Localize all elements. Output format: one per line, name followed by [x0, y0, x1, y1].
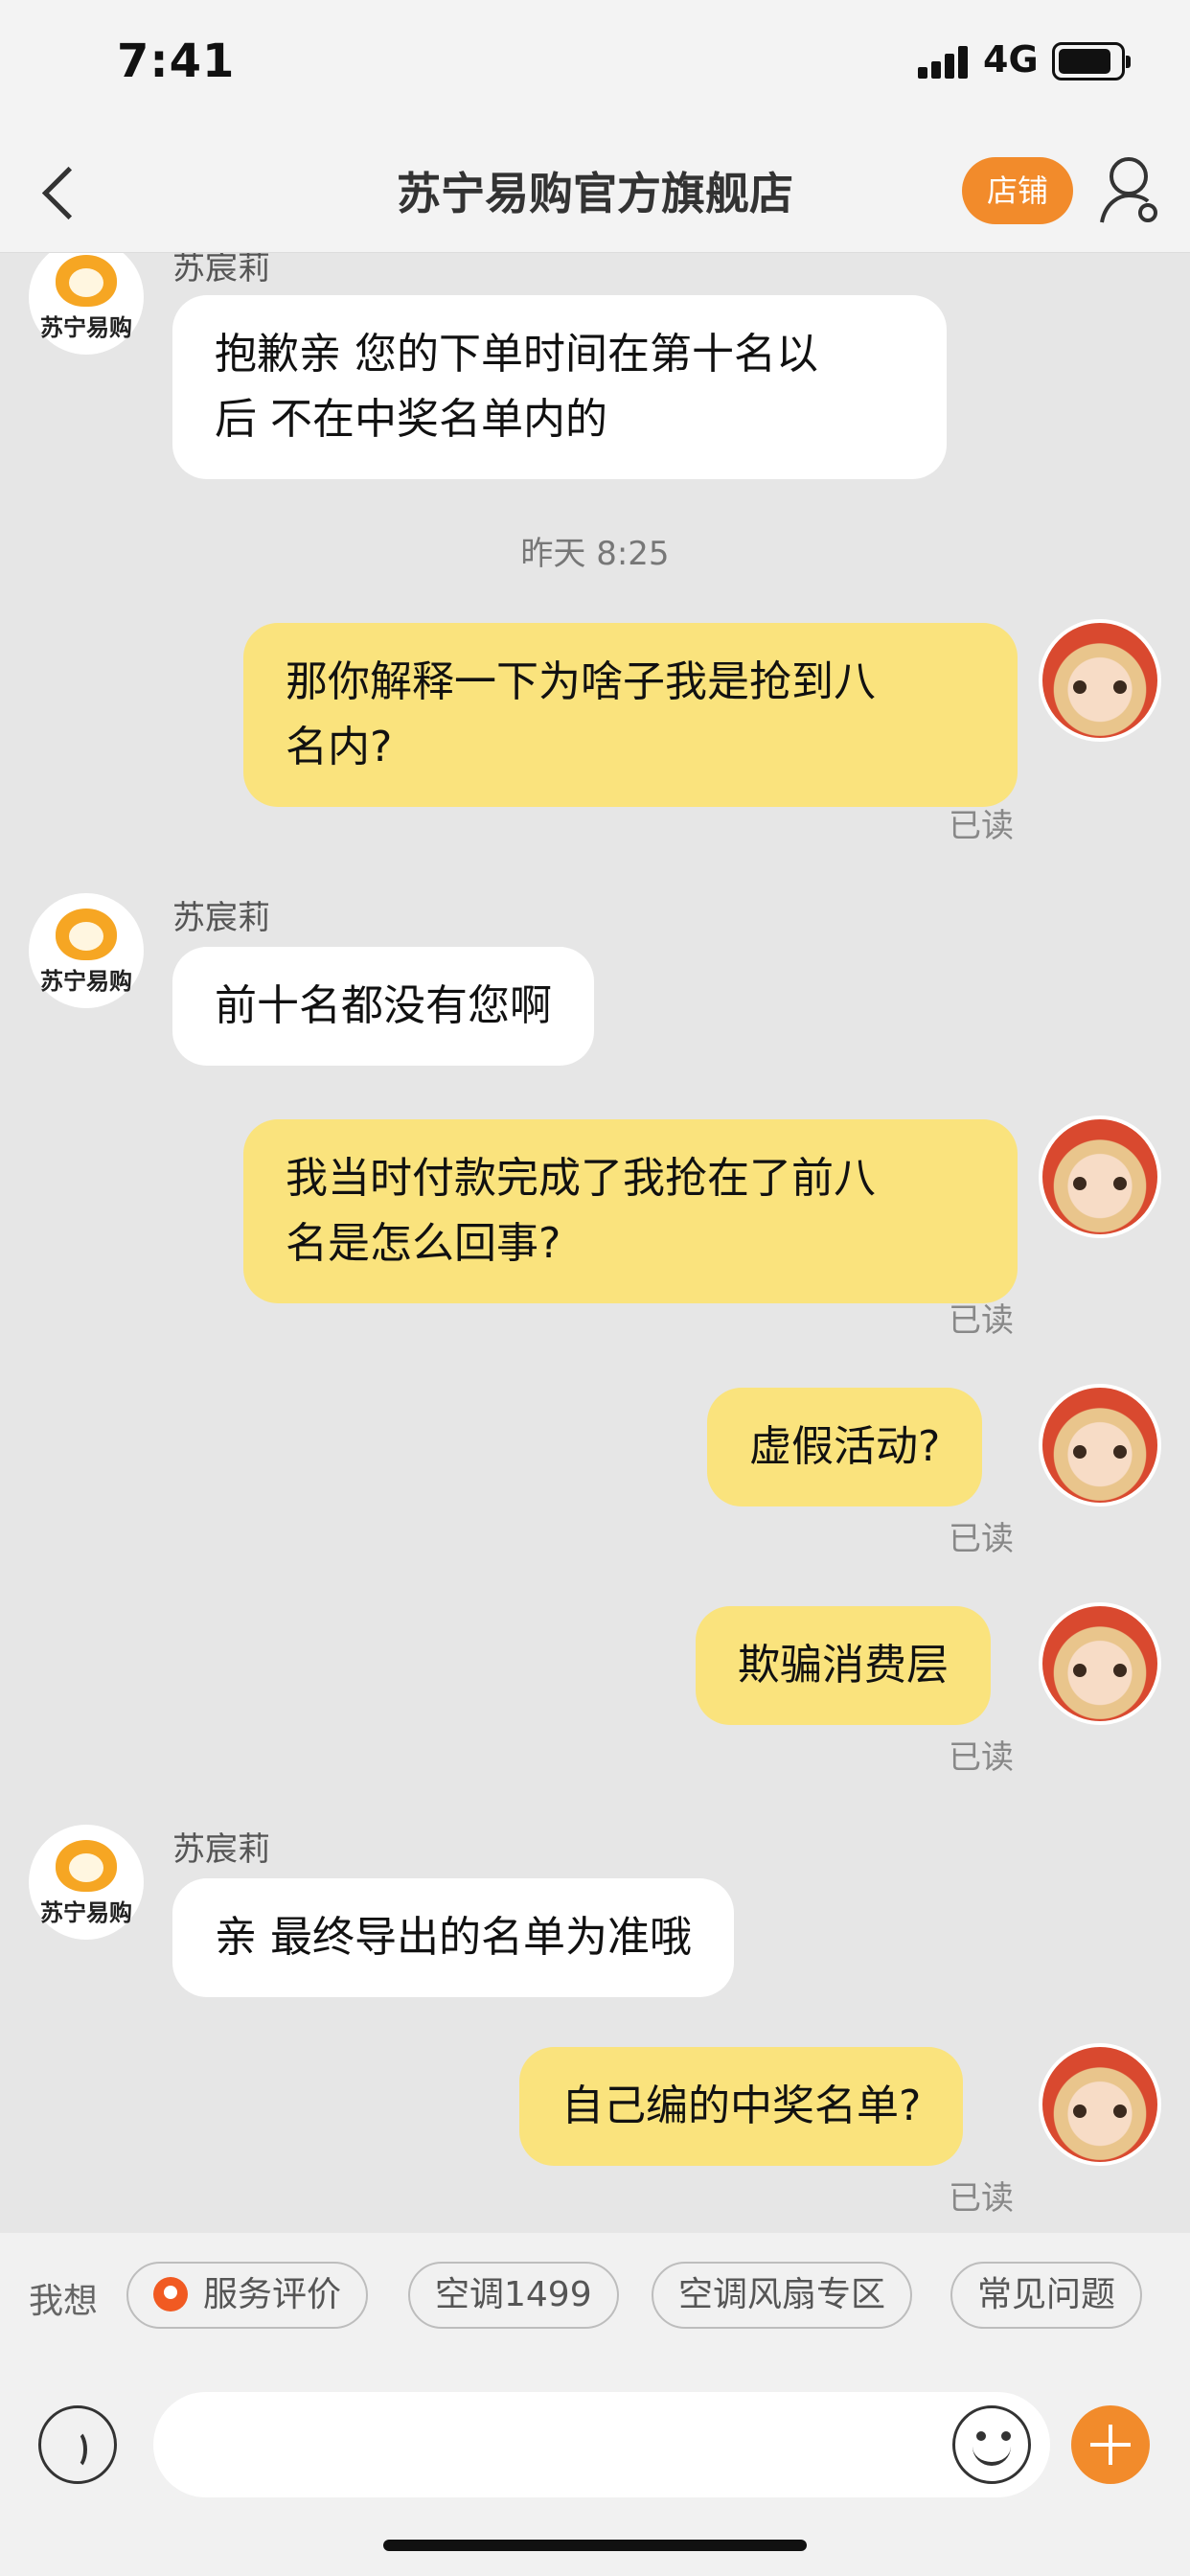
- chip-label: 空调风扇专区: [678, 2275, 886, 2314]
- home-indicator: [383, 2540, 807, 2551]
- message-bubble[interactable]: 欺骗消费层: [696, 1606, 991, 1725]
- read-status: 已读: [949, 1520, 1014, 1558]
- message-bubble[interactable]: 虚假活动?: [707, 1388, 983, 1506]
- input-bar: [0, 2358, 1190, 2576]
- message-bubble[interactable]: 自己编的中奖名单?: [519, 2047, 964, 2166]
- message-bubble[interactable]: 抱歉亲 您的下单时间在第十名以 后 不在中奖名单内的: [172, 295, 947, 479]
- message-bubble[interactable]: 亲 最终导出的名单为准哦: [172, 1878, 734, 1997]
- timestamp: 昨天 8:25: [520, 535, 670, 573]
- read-status: 已读: [949, 807, 1014, 845]
- status-bar: 7:41 4G: [0, 0, 1190, 134]
- user-avatar[interactable]: [1039, 1384, 1161, 1506]
- message-line: 我当时付款完成了我抢在了前八: [286, 1154, 876, 1203]
- store-button[interactable]: 店铺: [962, 157, 1073, 224]
- user-avatar[interactable]: [1039, 619, 1161, 742]
- shop-avatar[interactable]: 苏宁易购: [29, 253, 144, 355]
- chat-area[interactable]: 苏宁易购 苏宸莉 抱歉亲 您的下单时间在第十名以 后 不在中奖名单内的 昨天 8…: [0, 253, 1190, 2233]
- sender-name: 苏宸莉: [172, 899, 270, 937]
- message-line: 名内?: [286, 723, 393, 771]
- suggestion-label: 我想: [29, 2282, 99, 2321]
- voice-input-icon[interactable]: [38, 2405, 117, 2484]
- user-avatar[interactable]: [1039, 1602, 1161, 1725]
- message-line: 名是怎么回事?: [286, 1219, 561, 1268]
- read-status: 已读: [949, 1738, 1014, 1777]
- add-more-icon[interactable]: [1071, 2405, 1150, 2484]
- message-bubble[interactable]: 前十名都没有您啊: [172, 947, 594, 1066]
- message-line: 欺骗消费层: [738, 1641, 949, 1690]
- signal-icon: [918, 46, 970, 79]
- chip-label: 服务评价: [203, 2275, 342, 2314]
- message-line: 抱歉亲 您的下单时间在第十名以: [215, 330, 818, 379]
- message-bubble[interactable]: 那你解释一下为啥子我是抢到八 名内?: [243, 623, 1018, 807]
- battery-icon: [1052, 42, 1131, 80]
- status-time: 7:41: [117, 34, 236, 88]
- suggestion-chip[interactable]: 空调1499: [408, 2262, 619, 2329]
- message-line: 亲 最终导出的名单为准哦: [215, 1913, 692, 1962]
- user-avatar[interactable]: [1039, 2043, 1161, 2166]
- chip-label: 空调1499: [435, 2275, 592, 2314]
- suggestion-bar: 我想 服务评价 空调1499 空调风扇专区 常见问题: [0, 2233, 1190, 2358]
- emoji-icon[interactable]: [952, 2405, 1031, 2484]
- service-rating-icon: [153, 2277, 188, 2312]
- suggestion-chip[interactable]: 空调风扇专区: [652, 2262, 913, 2329]
- user-settings-icon[interactable]: [1098, 155, 1159, 226]
- message-line: 虚假活动?: [749, 1422, 941, 1471]
- nav-bar: 苏宁易购官方旗舰店 店铺: [0, 134, 1190, 253]
- message-bubble[interactable]: 我当时付款完成了我抢在了前八 名是怎么回事?: [243, 1119, 1018, 1303]
- message-line: 后 不在中奖名单内的: [215, 395, 607, 444]
- user-avatar[interactable]: [1039, 1116, 1161, 1238]
- chip-label: 常见问题: [977, 2275, 1116, 2314]
- suggestion-chip[interactable]: 服务评价: [126, 2262, 369, 2329]
- message-input[interactable]: [153, 2392, 1050, 2497]
- read-status: 已读: [949, 2179, 1014, 2218]
- network-type: 4G: [983, 38, 1039, 80]
- read-status: 已读: [949, 1301, 1014, 1340]
- message-line: 自己编的中奖名单?: [561, 2082, 922, 2130]
- message-line: 前十名都没有您啊: [215, 981, 552, 1030]
- lion-logo-icon: [56, 908, 117, 960]
- lion-logo-icon: [56, 1840, 117, 1892]
- lion-logo-icon: [56, 255, 117, 307]
- shop-avatar[interactable]: 苏宁易购: [29, 1825, 144, 1940]
- shop-avatar[interactable]: 苏宁易购: [29, 893, 144, 1008]
- message-line: 那你解释一下为啥子我是抢到八: [286, 657, 876, 706]
- suggestion-chip[interactable]: 常见问题: [950, 2262, 1143, 2329]
- sender-name: 苏宸莉: [172, 253, 270, 288]
- sender-name: 苏宸莉: [172, 1830, 270, 1869]
